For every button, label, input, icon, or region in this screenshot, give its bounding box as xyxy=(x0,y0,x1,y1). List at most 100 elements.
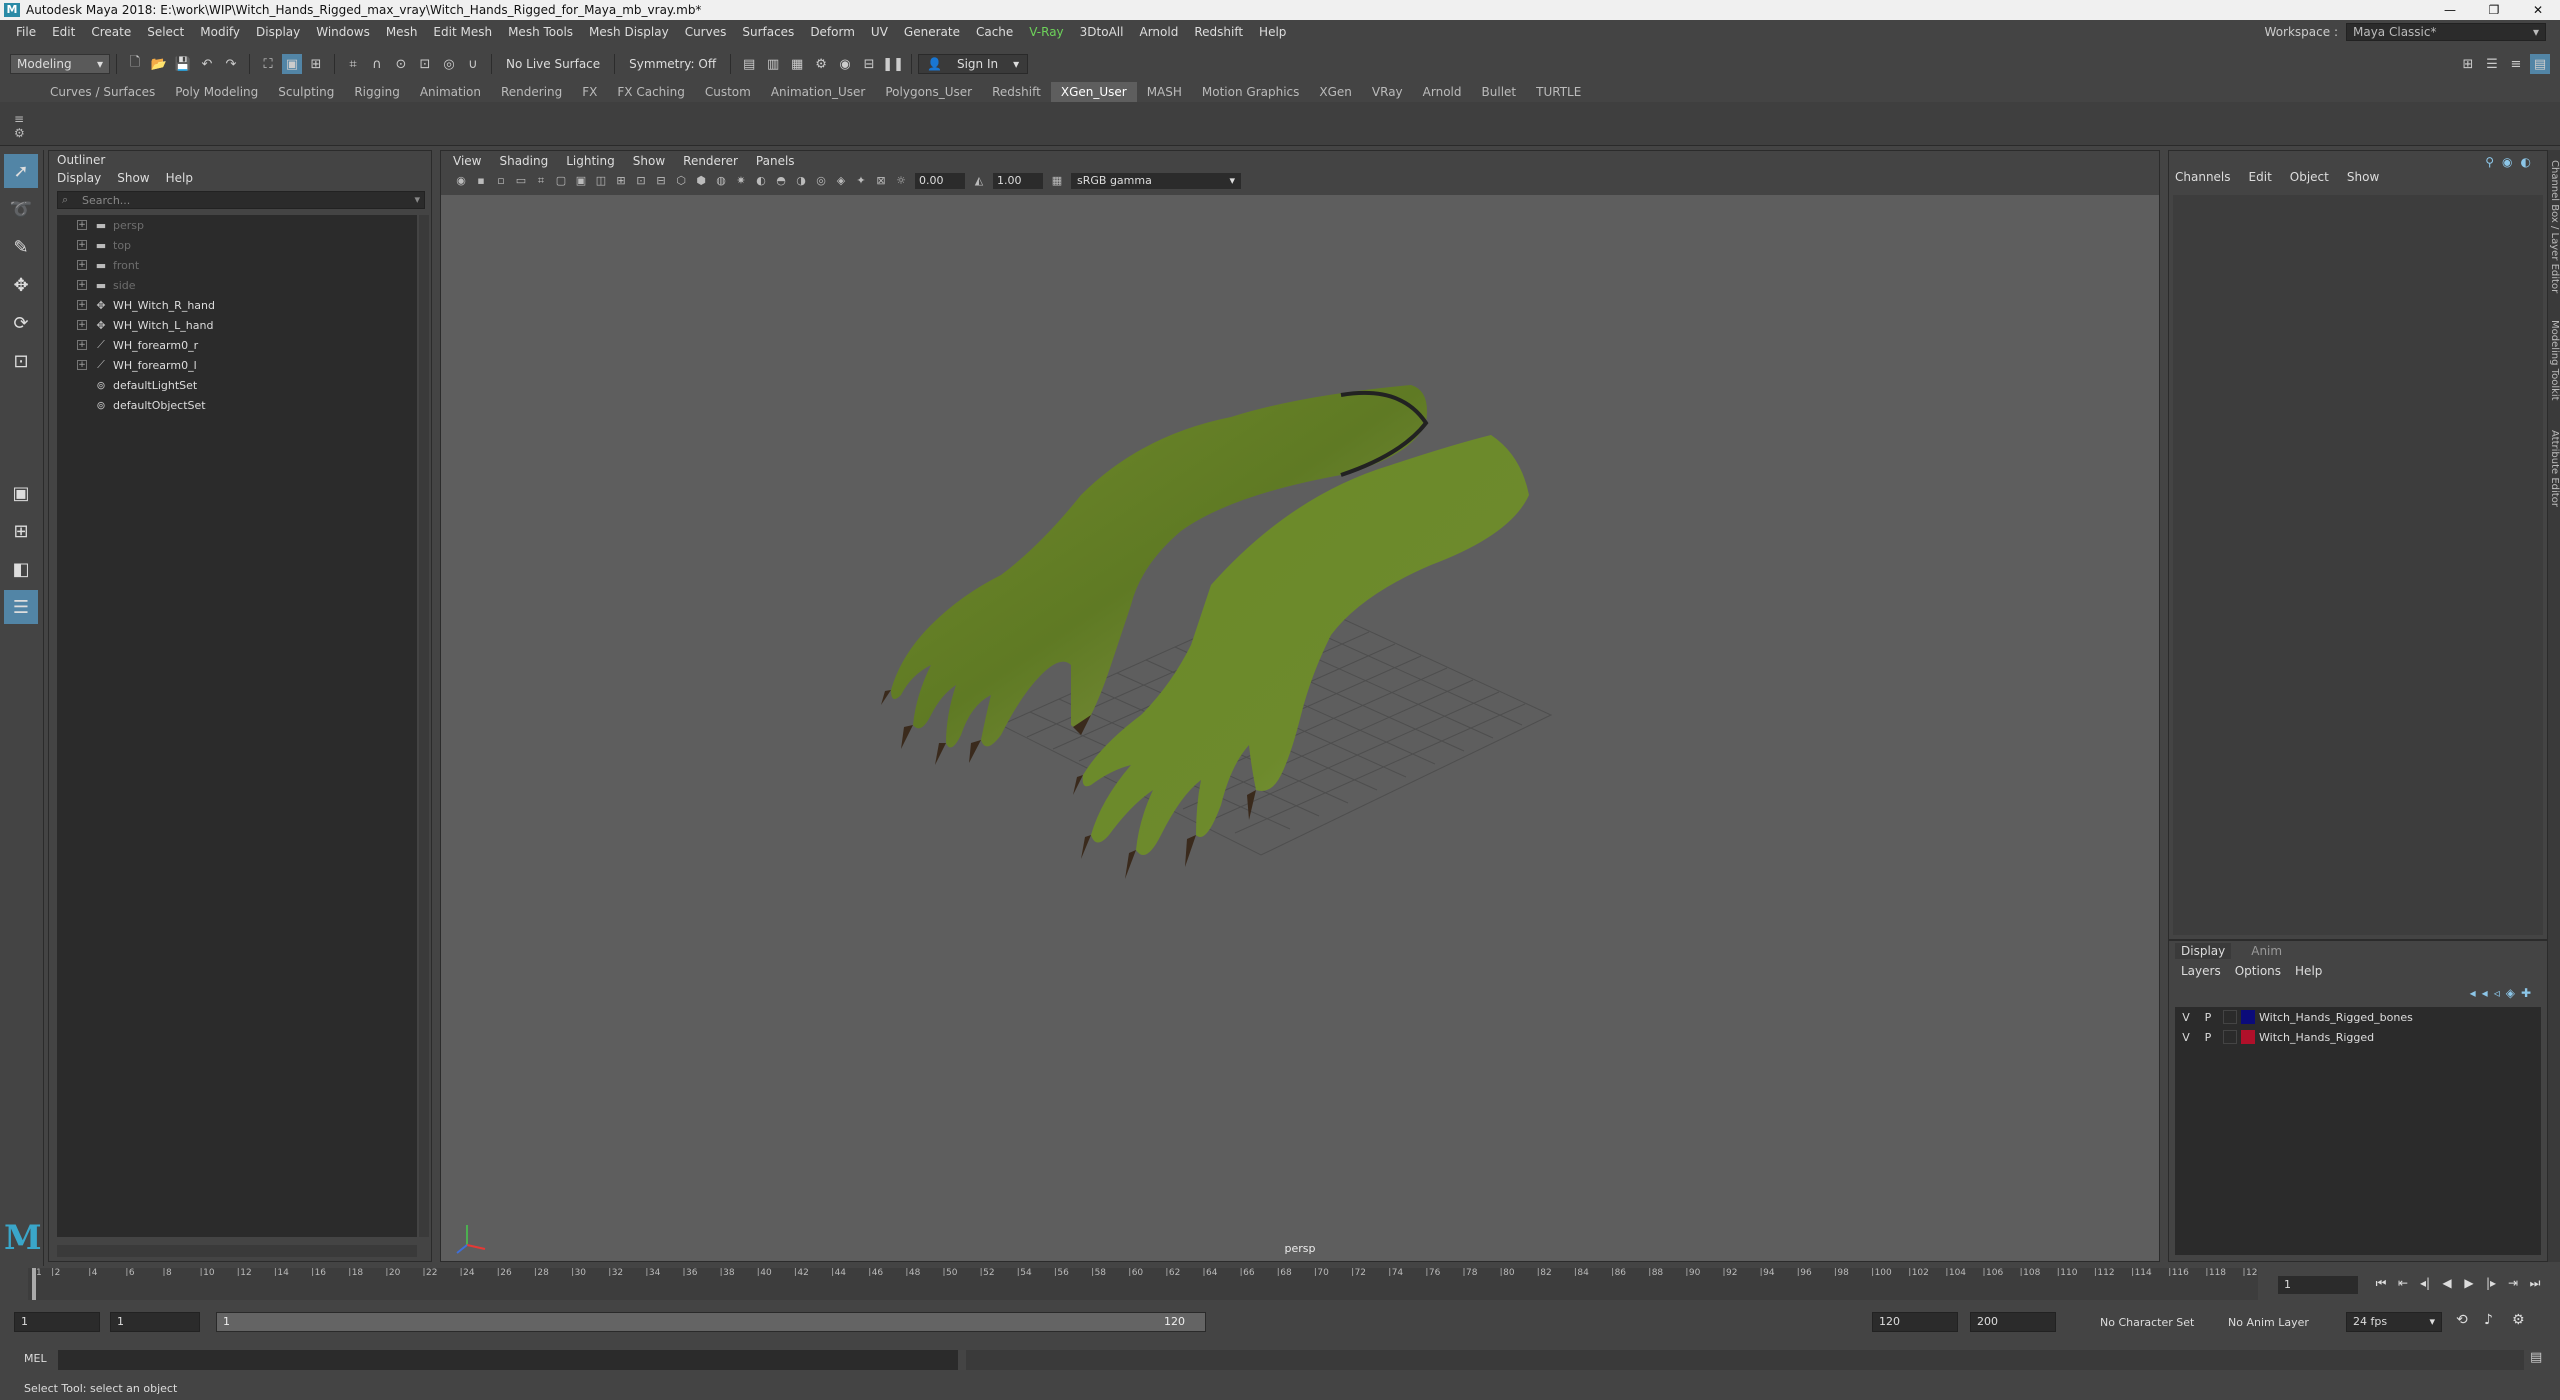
smooth-shade-icon[interactable]: ⬢ xyxy=(693,173,709,189)
select-object-icon[interactable]: ▣ xyxy=(282,54,302,74)
viewport-menu-shading[interactable]: Shading xyxy=(499,154,548,168)
toggle-tool-settings-icon[interactable]: ≡ xyxy=(2506,54,2526,74)
shelf-tab-poly-modeling[interactable]: Poly Modeling xyxy=(165,82,268,102)
channel-box-menu-channels[interactable]: Channels xyxy=(2175,170,2231,184)
shelf-tab-curves-surfaces[interactable]: Curves / Surfaces xyxy=(40,82,165,102)
menu-curves[interactable]: Curves xyxy=(677,25,735,39)
snap-grid-icon[interactable]: ⌗ xyxy=(343,54,363,74)
viewport-menu-panels[interactable]: Panels xyxy=(756,154,795,168)
channel-box-menu-show[interactable]: Show xyxy=(2347,170,2379,184)
safe-title-icon[interactable]: ⊟ xyxy=(653,173,669,189)
menu-mesh[interactable]: Mesh xyxy=(378,25,426,39)
step-back-frame-icon[interactable]: ◂| xyxy=(2414,1276,2436,1291)
open-scene-icon[interactable]: 📂 xyxy=(149,54,169,74)
current-time-marker[interactable] xyxy=(32,1268,36,1300)
side-tab-channel-box[interactable]: Channel Box / Layer Editor xyxy=(2548,160,2560,293)
viewport-menu-lighting[interactable]: Lighting xyxy=(566,154,615,168)
live-surface-label[interactable]: No Live Surface xyxy=(506,57,600,71)
bookmark-icon[interactable]: ▫ xyxy=(493,173,509,189)
layer-color-swatch[interactable] xyxy=(2241,1030,2255,1044)
color-management-icon[interactable]: ▦ xyxy=(1049,173,1065,189)
shelf-tab-animation[interactable]: Animation xyxy=(410,82,491,102)
channel-box-menu-edit[interactable]: Edit xyxy=(2249,170,2272,184)
outliner-item[interactable]: + ▬ persp xyxy=(57,215,417,235)
menu-arnold[interactable]: Arnold xyxy=(1131,25,1186,39)
outliner-item[interactable]: + ▬ front xyxy=(57,255,417,275)
layer-playback-toggle[interactable]: P xyxy=(2197,1031,2219,1044)
outliner-item[interactable]: + ▬ top xyxy=(57,235,417,255)
select-hierarchy-icon[interactable]: ⛶ xyxy=(258,54,278,74)
ambient-occlusion-icon[interactable]: ◓ xyxy=(773,173,789,189)
select-tool-icon[interactable]: ➚ xyxy=(4,154,38,188)
animation-preferences-icon[interactable]: ⚙ xyxy=(2512,1312,2525,1328)
shelf-tab-mash[interactable]: MASH xyxy=(1137,82,1192,102)
expand-icon[interactable]: + xyxy=(77,220,87,230)
four-view-layout-icon[interactable]: ⊞ xyxy=(4,514,38,548)
shelf-tab-fx-caching[interactable]: FX Caching xyxy=(607,82,694,102)
time-slider-track[interactable]: 1 2 4 6 8 10 12 14 16 18 20 22 24 26 28 30 32 34 36 38 40 42 4… xyxy=(28,1268,2263,1300)
new-scene-icon[interactable]: 🗋 xyxy=(125,54,145,74)
select-component-icon[interactable]: ⊞ xyxy=(306,54,326,74)
menu-cache[interactable]: Cache xyxy=(968,25,1021,39)
layer-color-swatch[interactable] xyxy=(2241,1010,2255,1024)
menu-surfaces[interactable]: Surfaces xyxy=(734,25,802,39)
range-bar[interactable]: 1 120 xyxy=(216,1312,1206,1332)
shelf-tab-vray[interactable]: VRay xyxy=(1362,82,1413,102)
outliner-item[interactable]: + ✥ WH_Witch_R_hand xyxy=(57,295,417,315)
resolution-gate-icon[interactable]: ▣ xyxy=(573,173,589,189)
render-sequence-icon[interactable]: ▥ xyxy=(763,54,783,74)
shelf-tab-rendering[interactable]: Rendering xyxy=(491,82,572,102)
outliner-menu-show[interactable]: Show xyxy=(117,171,149,185)
shelf-tab-sculpting[interactable]: Sculpting xyxy=(268,82,344,102)
exposure-icon[interactable]: ☼ xyxy=(893,173,909,189)
current-frame-input[interactable]: 1 xyxy=(2278,1276,2358,1294)
channel-box-toggle-icons[interactable]: ⚲◉◐ xyxy=(2485,155,2539,169)
menu-create[interactable]: Create xyxy=(83,25,139,39)
viewport-menu-renderer[interactable]: Renderer xyxy=(683,154,738,168)
menu-help[interactable]: Help xyxy=(1251,25,1294,39)
single-perspective-view-icon[interactable]: ▣ xyxy=(4,476,38,510)
outliner-item[interactable]: ⊚ defaultLightSet xyxy=(57,375,417,395)
ipr-render-icon[interactable]: ▦ xyxy=(787,54,807,74)
menu-edit-mesh[interactable]: Edit Mesh xyxy=(425,25,500,39)
play-forwards-icon[interactable]: ▶ xyxy=(2458,1276,2480,1291)
outliner-layout-icon[interactable]: ☰ xyxy=(4,590,38,624)
undo-icon[interactable]: ↶ xyxy=(197,54,217,74)
menu-file[interactable]: File xyxy=(8,25,44,39)
gamma-input[interactable]: 1.00 xyxy=(993,173,1043,189)
outliner-vertical-scrollbar[interactable] xyxy=(419,215,429,1237)
shelf-tab-xgen[interactable]: XGen xyxy=(1309,82,1362,102)
render-settings-icon[interactable]: ⚙ xyxy=(811,54,831,74)
outliner-item[interactable]: + ✥ WH_Witch_L_hand xyxy=(57,315,417,335)
rotate-tool-icon[interactable]: ⟳ xyxy=(4,306,38,340)
snap-surface-icon[interactable]: ◎ xyxy=(439,54,459,74)
menu-uv[interactable]: UV xyxy=(863,25,896,39)
layer-tab-display[interactable]: Display xyxy=(2175,943,2232,959)
render-view-icon[interactable]: ⊟ xyxy=(859,54,879,74)
character-set-dropdown[interactable]: No Character Set xyxy=(2100,1316,2194,1329)
anim-layer-dropdown[interactable]: No Anim Layer xyxy=(2228,1316,2309,1329)
gate-mask-icon[interactable]: ◫ xyxy=(593,173,609,189)
step-forward-frame-icon[interactable]: |▸ xyxy=(2480,1276,2502,1291)
minimize-button[interactable]: — xyxy=(2428,0,2472,20)
shelf-tab-fx[interactable]: FX xyxy=(572,82,607,102)
hypershade-icon[interactable]: ◉ xyxy=(835,54,855,74)
outliner-menu-display[interactable]: Display xyxy=(57,171,101,185)
play-backwards-icon[interactable]: ◀ xyxy=(2436,1276,2458,1291)
snap-view-icon[interactable]: ⊡ xyxy=(415,54,435,74)
xray-joints-icon[interactable]: ✦ xyxy=(853,173,869,189)
side-tab-modeling-toolkit[interactable]: Modeling Toolkit xyxy=(2548,320,2560,401)
persp-outliner-layout-icon[interactable]: ◧ xyxy=(4,552,38,586)
restore-button[interactable]: ❐ xyxy=(2472,0,2516,20)
go-to-start-icon[interactable]: ⏮ xyxy=(2370,1276,2392,1291)
viewport-menu-view[interactable]: View xyxy=(453,154,481,168)
viewport-menu-show[interactable]: Show xyxy=(633,154,665,168)
viewport-3d-scene[interactable]: persp xyxy=(441,195,2159,1261)
menu-generate[interactable]: Generate xyxy=(896,25,968,39)
color-space-dropdown[interactable]: sRGB gamma ▾ xyxy=(1071,173,1241,189)
redo-icon[interactable]: ↷ xyxy=(221,54,241,74)
menu-mesh-tools[interactable]: Mesh Tools xyxy=(500,25,581,39)
film-gate-icon[interactable]: ▢ xyxy=(553,173,569,189)
move-tool-icon[interactable]: ✥ xyxy=(4,268,38,302)
camera-attributes-icon[interactable]: ▪ xyxy=(473,173,489,189)
